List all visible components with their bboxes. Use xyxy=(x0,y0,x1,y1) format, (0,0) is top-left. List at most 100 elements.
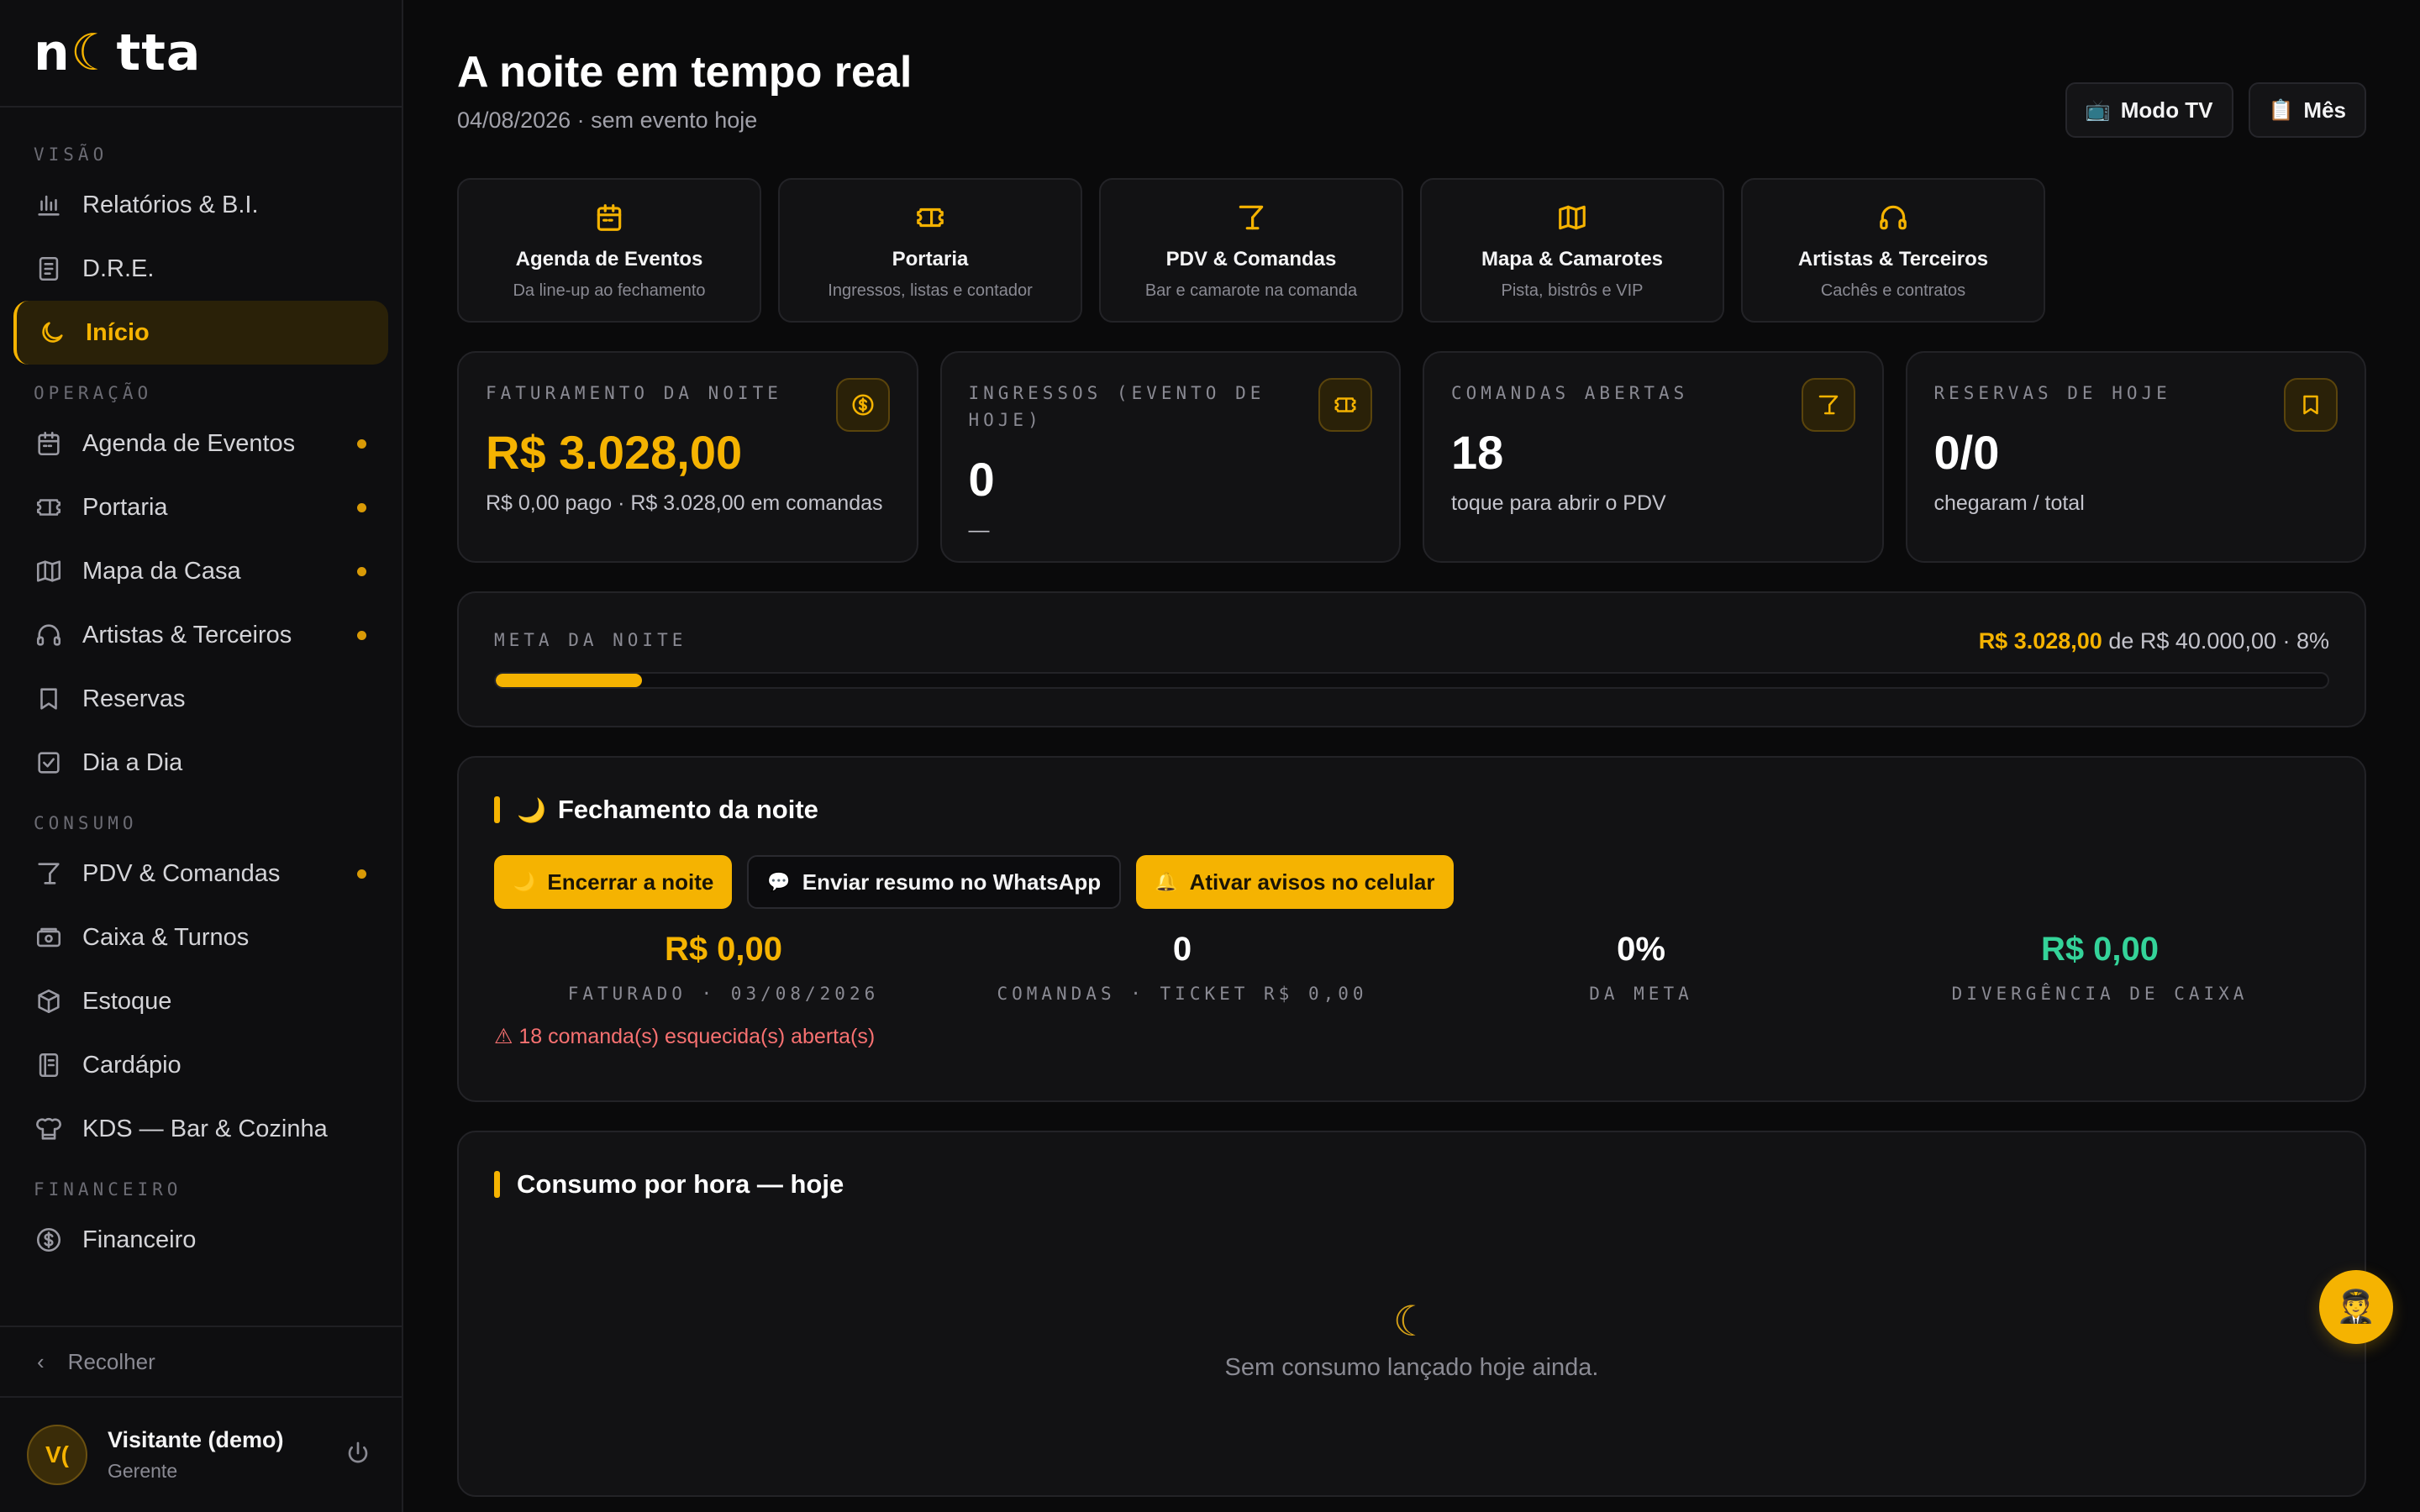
empty-text: Sem consumo lançado hoje ainda. xyxy=(1224,1354,1599,1381)
sidebar-item-label: Portaria xyxy=(82,493,168,521)
shortcut-title: Agenda de Eventos xyxy=(515,248,703,270)
assistant-icon: 🧑‍✈️ xyxy=(2336,1289,2376,1325)
kpi-value: 0/0 xyxy=(1933,426,2000,479)
kpi-card-faturamento-da-noite[interactable]: FATURAMENTO DA NOITE R$ 3.028,00 R$ 0,00 p… xyxy=(457,351,918,563)
map-icon xyxy=(34,556,64,586)
shortcuts: Agenda de Eventos Da line-up ao fechament… xyxy=(457,178,2366,323)
shortcut-title: Portaria xyxy=(892,248,969,270)
moon-icon xyxy=(37,318,67,348)
main-content: A noite em tempo real 04/08/2026 · sem e… xyxy=(403,0,2420,1512)
sidebar-item-estoque[interactable]: Estoque xyxy=(0,969,402,1033)
logo-text-post: tta xyxy=(116,24,202,82)
bookmark-icon xyxy=(2284,378,2338,432)
month-label: Mês xyxy=(2303,97,2346,123)
kpi-value: 18 xyxy=(1451,426,1504,479)
shortcut-agenda-de-eventos[interactable]: Agenda de Eventos Da line-up ao fechament… xyxy=(457,178,761,323)
sidebar-item-kds-bar-cozinha[interactable]: KDS — Bar & Cozinha xyxy=(0,1097,402,1161)
cocktail-icon xyxy=(1235,202,1267,238)
nav-section-title: CONSUMO xyxy=(34,813,138,833)
sidebar-item-caixa-turnos[interactable]: Caixa & Turnos xyxy=(0,906,402,969)
logo-text-pre: n xyxy=(34,24,71,82)
kpi-card-comandas-abertas[interactable]: COMANDAS ABERTAS 18 toque para abrir o PDV xyxy=(1423,351,1884,563)
sidebar-item-d-r-e[interactable]: D.R.E. xyxy=(0,237,402,301)
shortcut-mapa-camarotes[interactable]: Mapa & Camarotes Pista, bistrôs e VIP xyxy=(1420,178,1724,323)
sidebar-item-pdv-comandas[interactable]: PDV & Comandas xyxy=(0,842,402,906)
dollar-circle-icon xyxy=(835,378,890,432)
assistant-fab-button[interactable]: 🧑‍✈️ xyxy=(2319,1270,2393,1344)
sidebar-item-label: Estoque xyxy=(82,987,172,1015)
shortcut-title: Mapa & Camarotes xyxy=(1481,248,1664,270)
collapse-label: Recolher xyxy=(67,1348,155,1374)
consumption-title: Consumo por hora — hoje xyxy=(517,1169,844,1199)
ativar-avisos-no-celular-button[interactable]: 🔔 Ativar avisos no celular xyxy=(1136,855,1454,909)
sidebar-item-label: Cardápio xyxy=(82,1051,182,1079)
kpi-subtitle: R$ 0,00 pago · R$ 3.028,00 em comandas xyxy=(486,491,883,515)
sidebar-item-label: Financeiro xyxy=(82,1226,197,1253)
ticket-icon xyxy=(914,202,946,238)
shortcut-portaria[interactable]: Portaria Ingressos, listas e contador xyxy=(778,178,1082,323)
tv-mode-button[interactable]: 📺 Modo TV xyxy=(2065,82,2233,138)
page-subtitle: 04/08/2026 · sem evento hoje xyxy=(457,108,758,133)
sidebar-item-portaria[interactable]: Portaria xyxy=(0,475,402,539)
chef-hat-icon xyxy=(34,1114,64,1144)
sidebar-item-financeiro[interactable]: Financeiro xyxy=(0,1208,402,1272)
shortcut-subtitle: Bar e camarote na comanda xyxy=(1144,281,1358,300)
moon-icon: ☾ xyxy=(1392,1298,1431,1345)
dollar-circle-icon xyxy=(34,1225,64,1255)
month-button[interactable]: 📋 Mês xyxy=(2248,82,2366,138)
brand: n ☾ tta xyxy=(0,0,402,108)
shortcut-pdv-comandas[interactable]: PDV & Comandas Bar e camarote na comanda xyxy=(1099,178,1403,323)
closing-header: 🌙 Fechamento da noite xyxy=(494,795,2329,825)
sidebar-item-mapa-da-casa[interactable]: Mapa da Casa xyxy=(0,539,402,603)
empty-state: ☾ Sem consumo lançado hoje ainda. xyxy=(459,1297,2365,1382)
button-emoji-icon: 💬 xyxy=(767,871,791,892)
bookmark-icon xyxy=(34,684,64,714)
sidebar-item-artistas-terceiros[interactable]: Artistas & Terceiros xyxy=(0,603,402,667)
sidebar-item-agenda-de-eventos[interactable]: Agenda de Eventos xyxy=(0,412,402,475)
notification-dot xyxy=(357,566,366,576)
logo[interactable]: n ☾ tta xyxy=(34,24,201,82)
sidebar-item-label: Mapa da Casa xyxy=(82,557,241,585)
kpi-subtitle: — xyxy=(968,518,990,542)
forgotten-tabs-warning[interactable]: ⚠ 18 comanda(s) esquecida(s) aberta(s) xyxy=(494,1024,2329,1049)
tv-mode-label: Modo TV xyxy=(2120,97,2213,123)
user-role: Gerente xyxy=(108,1460,178,1482)
calendar-icon xyxy=(34,428,64,459)
enviar-resumo-no-whatsapp-button[interactable]: 💬 Enviar resumo no WhatsApp xyxy=(747,855,1122,909)
nav-section-title: VISÃO xyxy=(34,144,108,165)
chevron-left-icon: ‹ xyxy=(37,1348,45,1374)
goal-progress-fill xyxy=(496,674,643,687)
section-marker xyxy=(494,796,500,823)
kpi-label: COMANDAS ABERTAS xyxy=(1451,383,1689,403)
cash-icon xyxy=(34,922,64,953)
sidebar-item-label: Reservas xyxy=(82,685,186,712)
closing-card: 🌙 Fechamento da noite 🌙 Encerrar a noite 💬… xyxy=(457,756,2366,1102)
kpi-subtitle: toque para abrir o PDV xyxy=(1451,491,1666,515)
logo-moon-icon: ☾ xyxy=(70,24,117,82)
kpi-card-ingressos-evento-de-hoje[interactable]: INGRESSOS (EVENTO DE HOJE) 0 — xyxy=(939,351,1401,563)
goal-summary: R$ 3.028,00 de R$ 40.000,00 · 8% xyxy=(1979,628,2329,654)
sidebar-item-label: Dia a Dia xyxy=(82,748,183,776)
power-icon[interactable] xyxy=(345,1440,375,1470)
kpi-row: FATURAMENTO DA NOITE R$ 3.028,00 R$ 0,00 p… xyxy=(457,351,2366,563)
encerrar-a-noite-button[interactable]: 🌙 Encerrar a noite xyxy=(494,855,733,909)
sidebar-item-inicio[interactable]: Início xyxy=(13,301,388,365)
kpi-card-reservas-de-hoje[interactable]: RESERVAS DE HOJE 0/0 chegaram / total xyxy=(1905,351,2366,563)
avatar: V( xyxy=(27,1425,87,1485)
goal-current: R$ 3.028,00 xyxy=(1978,628,2102,654)
kpi-label: INGRESSOS (EVENTO DE HOJE) xyxy=(968,383,1265,430)
shortcut-artistas-terceiros[interactable]: Artistas & Terceiros Cachês e contratos xyxy=(1741,178,2045,323)
sidebar-item-label: Início xyxy=(86,318,150,346)
nav-section-title: OPERAÇÃO xyxy=(34,383,153,403)
check-square-icon xyxy=(34,748,64,778)
sidebar-item-cardapio[interactable]: Cardápio xyxy=(0,1033,402,1097)
sidebar-item-dia-a-dia[interactable]: Dia a Dia xyxy=(0,731,402,795)
sidebar-item-label: KDS — Bar & Cozinha xyxy=(82,1115,328,1142)
closing-stats: R$ 0,00 FATURADO · 03/08/2026 0 COMANDAS · … xyxy=(494,931,2329,1004)
collapse-button[interactable]: ‹ Recolher xyxy=(0,1326,402,1396)
kpi-label: RESERVAS DE HOJE xyxy=(1933,383,2171,403)
stat-label: FATURADO · 03/08/2026 xyxy=(567,984,880,1004)
sidebar-item-reservas[interactable]: Reservas xyxy=(0,667,402,731)
user-profile[interactable]: V( Visitante (demo) Gerente xyxy=(0,1396,402,1512)
sidebar-item-relatorios-b-i[interactable]: Relatórios & B.I. xyxy=(0,173,402,237)
